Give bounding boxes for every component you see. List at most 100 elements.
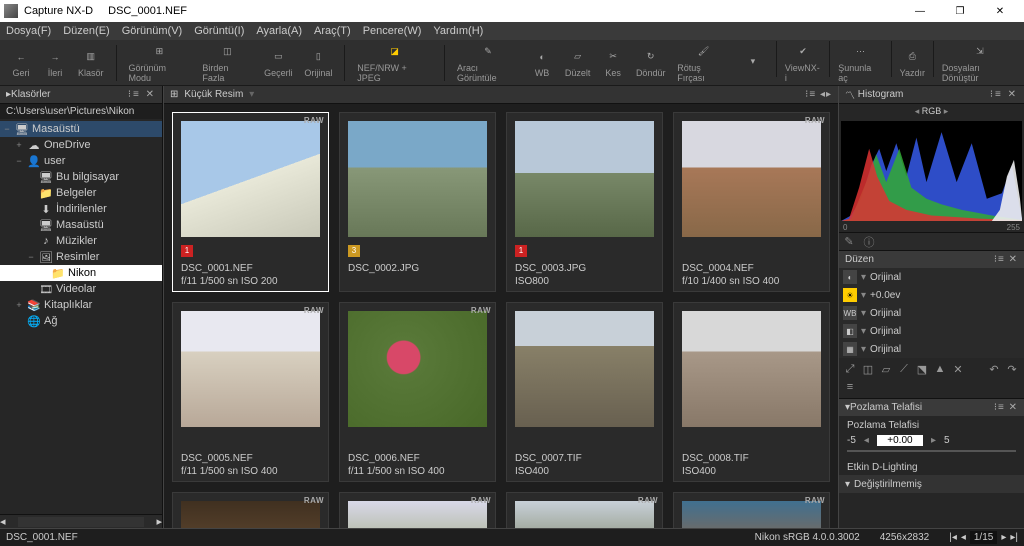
toolbar-button[interactable]: ◐WB xyxy=(525,46,559,80)
toolbar-button[interactable]: 🖌Rötuş Fırçası xyxy=(671,41,736,85)
exposure-slider[interactable]: -5 ◂ +0.00 ▸ 5 xyxy=(847,435,1016,446)
tree-row[interactable]: 🎞Videolar xyxy=(0,281,162,297)
menu-item[interactable]: Pencere(W) xyxy=(363,25,422,37)
maximize-button[interactable]: ❐ xyxy=(940,0,980,22)
folder-pane-header: ▸ Klasörler⁝≡ ✕ xyxy=(0,86,162,104)
thumbnail[interactable]: RAW1DSC_0001.NEFf/11 1/500 sn ISO 200 xyxy=(172,112,329,292)
toolbar-button[interactable]: ▾ xyxy=(736,51,770,75)
adjust-tool-icon[interactable]: ▲ xyxy=(931,360,949,378)
toolbar-button[interactable]: ▯Orijinal xyxy=(299,46,339,80)
status-filename: DSC_0001.NEF xyxy=(6,532,78,543)
tree-row[interactable]: 🌐Ağ xyxy=(0,313,162,329)
thumbnail[interactable]: DSC_0007.TIFISO400 xyxy=(506,302,663,482)
tree-row[interactable]: 📁Nikon xyxy=(0,265,162,281)
folder-tree[interactable]: −🖥Masaüstü+☁OneDrive−👤user🖥Bu bilgisayar… xyxy=(0,119,162,514)
thumbnail[interactable]: RAW xyxy=(172,492,329,528)
toolbar-button[interactable]: ✂Kes xyxy=(596,46,630,80)
edit-tab-icon[interactable]: ✎ xyxy=(839,233,859,250)
adjust-tool-row: ⤢◫▱⟋⬔▲✕ ↶↷ ≡ xyxy=(839,358,1024,398)
tree-row[interactable]: −🖼Resimler xyxy=(0,249,162,265)
histogram-controls[interactable]: ⁝≡ ✕ xyxy=(990,89,1018,100)
tree-row[interactable]: −👤user xyxy=(0,153,162,169)
adjust-tool-icon[interactable]: ↷ xyxy=(1003,360,1021,378)
thumbnail-grid[interactable]: RAW1DSC_0001.NEFf/11 1/500 sn ISO 2003DS… xyxy=(164,104,838,528)
toolbar-button[interactable]: ⇲Dosyaları Dönüştür xyxy=(936,41,1024,85)
status-colorspace: Nikon sRGB 4.0.0.3002 xyxy=(755,532,860,543)
toolbar-button[interactable]: ←Geri xyxy=(4,46,38,80)
info-tab-icon[interactable]: ⓘ xyxy=(859,233,879,250)
status-bar: DSC_0001.NEF Nikon sRGB 4.0.0.3002 4256x… xyxy=(0,528,1024,546)
thumb-pane-controls[interactable]: ⁝≡ ◂▸ xyxy=(805,89,832,100)
thumbnail[interactable]: RAWDSC_0005.NEFf/11 1/500 sn ISO 400 xyxy=(172,302,329,482)
tree-row[interactable]: −🖥Masaüstü xyxy=(0,121,162,137)
edit-section-title: Düzen xyxy=(845,254,874,265)
thumbnail[interactable]: RAW xyxy=(339,492,496,528)
adjust-tool-icon[interactable] xyxy=(967,360,985,378)
adjust-row[interactable]: WB▾Orijinal xyxy=(839,304,1024,322)
histogram-icon: 〽 xyxy=(845,87,855,102)
toolbar-button[interactable]: ✔ViewNX-i xyxy=(779,41,827,85)
exposure-value[interactable]: +0.00 xyxy=(877,435,923,446)
menu-item[interactable]: Düzen(E) xyxy=(63,25,109,37)
current-path[interactable]: C:\Users\user\Pictures\Nikon xyxy=(0,104,162,119)
close-button[interactable]: ✕ xyxy=(980,0,1020,22)
histogram-title: Histogram xyxy=(858,89,904,100)
tree-row[interactable]: 📁Belgeler xyxy=(0,185,162,201)
thumbnail-header: ⊞ Küçük Resim ▾ ⁝≡ ◂▸ xyxy=(164,86,838,104)
adjust-tool-icon[interactable]: ↶ xyxy=(985,360,1003,378)
adjust-tool-icon[interactable]: ≡ xyxy=(841,378,859,396)
tree-row[interactable]: ⬇İndirilenler xyxy=(0,201,162,217)
adjust-row[interactable]: ◐▾Orijinal xyxy=(839,268,1024,286)
adjust-row[interactable]: ◧▾Orijinal xyxy=(839,322,1024,340)
toolbar-button[interactable]: ▥Klasör xyxy=(72,46,110,80)
status-dimensions: 4256x2832 xyxy=(880,532,930,543)
exposure-section-title: Pozlama Telafisi xyxy=(850,402,922,413)
menu-item[interactable]: Araç(T) xyxy=(314,25,351,37)
thumbnail[interactable]: RAWDSC_0004.NEFf/10 1/400 sn ISO 400 xyxy=(673,112,830,292)
adjust-tool-icon[interactable]: ⬔ xyxy=(913,360,931,378)
thumbnail[interactable]: RAWDSC_0006.NEFf/11 1/500 sn ISO 400 xyxy=(339,302,496,482)
toolbar-button[interactable]: ✎Aracı Görüntüle xyxy=(451,41,525,85)
toolbar-button[interactable]: →İleri xyxy=(38,46,72,80)
minimize-button[interactable]: ― xyxy=(900,0,940,22)
toolbar-button[interactable]: ⋯Şununla aç xyxy=(832,41,889,85)
tree-row[interactable]: +📚Kitaplıklar xyxy=(0,297,162,313)
adjust-tool-icon[interactable]: ✕ xyxy=(949,360,967,378)
thumbnail[interactable]: 3DSC_0002.JPG xyxy=(339,112,496,292)
toolbar-button[interactable]: ⊞Görünüm Modu xyxy=(123,41,197,85)
toolbar-button[interactable]: ↻Döndür xyxy=(630,46,671,80)
app-icon xyxy=(4,4,18,18)
pane-controls[interactable]: ⁝≡ ✕ xyxy=(128,89,156,100)
thumbnail[interactable]: DSC_0008.TIFISO400 xyxy=(673,302,830,482)
tree-row[interactable]: 🖥Masaüstü xyxy=(0,217,162,233)
adjust-row[interactable]: ☀▾+0.0ev xyxy=(839,286,1024,304)
dlighting-dropdown[interactable]: ▾Değiştirilmemiş xyxy=(839,475,1024,493)
adjust-tool-icon[interactable]: ▱ xyxy=(877,360,895,378)
page-indicator: 1/15 xyxy=(970,531,997,544)
folder-pane: ▸ Klasörler⁝≡ ✕ C:\Users\user\Pictures\N… xyxy=(0,86,163,528)
thumb-grid-icon[interactable]: ⊞ xyxy=(170,89,178,100)
adjust-tool-icon[interactable]: ⟋ xyxy=(895,360,913,378)
adjust-tool-icon[interactable]: ⤢ xyxy=(841,360,859,378)
page-navigator[interactable]: |◂◂ 1/15 ▸▸| xyxy=(949,531,1018,544)
toolbar-button[interactable]: ▱Düzelt xyxy=(559,46,596,80)
toolbar-button[interactable]: ▭Geçerli xyxy=(258,46,298,80)
toolbar-button[interactable]: ◫Birden Fazla xyxy=(196,41,258,85)
tree-row[interactable]: +☁OneDrive xyxy=(0,137,162,153)
tree-row[interactable]: ♪Müzikler xyxy=(0,233,162,249)
menu-item[interactable]: Görünüm(V) xyxy=(122,25,183,37)
thumbnail[interactable]: RAW xyxy=(673,492,830,528)
format-button[interactable]: ◪NEF/NRW + JPEG xyxy=(351,41,438,85)
menu-item[interactable]: Ayarla(A) xyxy=(256,25,302,37)
menu-item[interactable]: Yardım(H) xyxy=(433,25,483,37)
folder-scrollbar[interactable]: ◂▸ xyxy=(0,514,162,528)
thumbnail[interactable]: RAW xyxy=(506,492,663,528)
menu-item[interactable]: Görüntü(I) xyxy=(194,25,244,37)
menu-item[interactable]: Dosya(F) xyxy=(6,25,51,37)
thumbnail[interactable]: 1DSC_0003.JPGISO800 xyxy=(506,112,663,292)
adjust-tool-icon[interactable]: ◫ xyxy=(859,360,877,378)
tree-row[interactable]: 🖥Bu bilgisayar xyxy=(0,169,162,185)
toolbar-button[interactable]: ⎙Yazdır xyxy=(894,41,931,85)
histogram-mode[interactable]: RGB xyxy=(922,106,942,116)
adjust-row[interactable]: ▦▾Orijinal xyxy=(839,340,1024,358)
